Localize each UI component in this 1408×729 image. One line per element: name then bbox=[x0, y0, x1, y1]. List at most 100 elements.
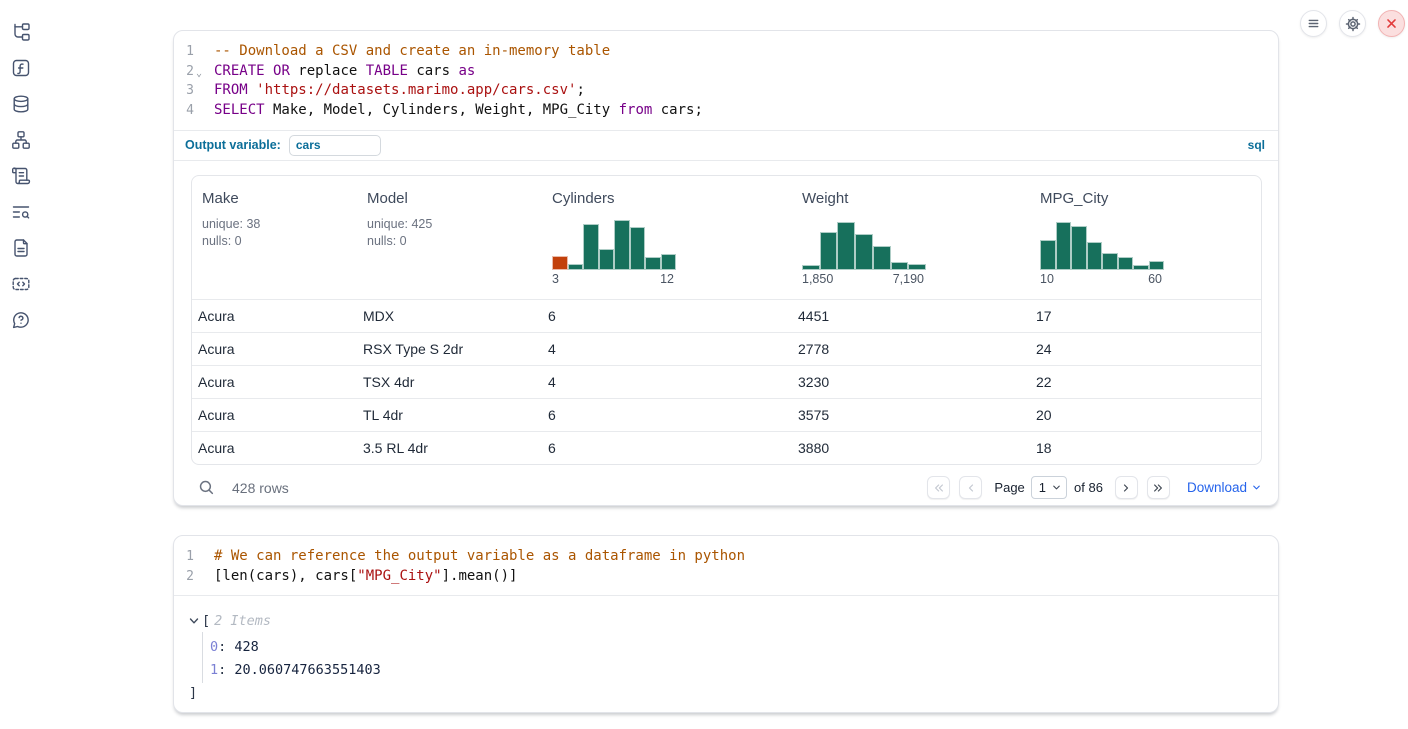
tree-entries: 0: 4281: 20.060747663551403 bbox=[202, 632, 1264, 683]
column-histogram: 1060 bbox=[1040, 220, 1164, 286]
table-cell: Acura bbox=[192, 366, 357, 398]
table-cell: 4451 bbox=[792, 300, 1030, 332]
table-cell: Acura bbox=[192, 399, 357, 431]
collapse-caret-icon[interactable] bbox=[189, 616, 199, 626]
snippets-icon[interactable] bbox=[7, 270, 35, 298]
table-cell: MDX bbox=[357, 300, 542, 332]
histogram-bar bbox=[837, 222, 855, 270]
histogram-axis-labels: 1060 bbox=[1040, 272, 1164, 286]
download-button[interactable]: Download bbox=[1187, 480, 1262, 495]
histogram-bar bbox=[1071, 226, 1087, 270]
column-stats: unique: 38nulls: 0 bbox=[202, 216, 349, 250]
histogram-bars bbox=[802, 220, 926, 270]
menu-button[interactable] bbox=[1300, 10, 1327, 37]
python-code-editor[interactable]: 1# We can reference the output variable … bbox=[174, 536, 1278, 595]
histogram-bars bbox=[1040, 220, 1164, 270]
column-name: Cylinders bbox=[552, 190, 784, 207]
table-cell: 4 bbox=[542, 333, 792, 365]
column-name: MPG_City bbox=[1040, 190, 1253, 207]
last-page-button[interactable] bbox=[1147, 476, 1170, 499]
fold-spacer bbox=[194, 103, 204, 123]
close-icon bbox=[1385, 17, 1398, 30]
scratchpad-icon[interactable] bbox=[7, 162, 35, 190]
table-cell: 3575 bbox=[792, 399, 1030, 431]
window-actions bbox=[1300, 10, 1405, 37]
chevrons-left-icon bbox=[933, 482, 945, 494]
document-icon[interactable] bbox=[7, 234, 35, 262]
search-button[interactable] bbox=[198, 479, 215, 496]
row-count: 428 rows bbox=[232, 480, 289, 496]
download-label: Download bbox=[1187, 480, 1247, 495]
code-text: SELECT Make, Model, Cylinders, Weight, M… bbox=[214, 101, 703, 121]
pagination: Page 1 of 86 Download bbox=[927, 476, 1262, 499]
table-body: AcuraMDX6445117AcuraRSX Type S 2dr427782… bbox=[192, 300, 1261, 464]
column-header-model[interactable]: Modelunique: 425nulls: 0 bbox=[357, 176, 542, 299]
line-number: 4 bbox=[174, 101, 194, 121]
column-stats: unique: 425nulls: 0 bbox=[367, 216, 534, 250]
database-icon[interactable] bbox=[7, 90, 35, 118]
code-text: -- Download a CSV and create an in-memor… bbox=[214, 42, 610, 62]
help-icon[interactable] bbox=[7, 306, 35, 334]
histogram-bar bbox=[661, 254, 677, 270]
previous-page-button[interactable] bbox=[959, 476, 982, 499]
gear-icon bbox=[1345, 16, 1361, 32]
column-histogram: 312 bbox=[552, 220, 676, 286]
code-line[interactable]: 4 SELECT Make, Model, Cylinders, Weight, … bbox=[174, 101, 1278, 121]
tree-open-bracket: [ bbox=[202, 613, 210, 629]
line-number: 3 bbox=[174, 81, 194, 101]
python-cell: 1# We can reference the output variable … bbox=[173, 535, 1279, 713]
results-table: Makeunique: 38nulls: 0Modelunique: 425nu… bbox=[191, 175, 1262, 465]
chevron-down-icon bbox=[1051, 482, 1062, 493]
column-header-make[interactable]: Makeunique: 38nulls: 0 bbox=[192, 176, 357, 299]
histogram-bar bbox=[1056, 222, 1072, 270]
histogram-bar bbox=[645, 257, 661, 270]
output-variable-input[interactable] bbox=[289, 135, 381, 156]
table-cell: 18 bbox=[1030, 432, 1261, 464]
code-line[interactable]: 2[len(cars), cars["MPG_City"].mean()] bbox=[174, 567, 1278, 587]
chevron-right-icon bbox=[1120, 482, 1132, 494]
fold-spacer bbox=[194, 549, 204, 569]
left-sidebar bbox=[0, 0, 42, 729]
histogram-bar bbox=[614, 220, 630, 270]
line-number: 1 bbox=[174, 547, 194, 567]
table-cell: 22 bbox=[1030, 366, 1261, 398]
first-page-button[interactable] bbox=[927, 476, 950, 499]
table-row: AcuraTSX 4dr4323022 bbox=[192, 366, 1261, 399]
histogram-bar bbox=[891, 262, 909, 270]
fold-spacer bbox=[194, 569, 204, 589]
settings-button[interactable] bbox=[1339, 10, 1366, 37]
table-cell: Acura bbox=[192, 333, 357, 365]
page-select[interactable]: 1 bbox=[1031, 476, 1067, 499]
output-variable-bar: Output variable: sql bbox=[174, 130, 1278, 161]
table-row: AcuraRSX Type S 2dr4277824 bbox=[192, 333, 1261, 366]
table-cell: 24 bbox=[1030, 333, 1261, 365]
logs-icon[interactable] bbox=[7, 198, 35, 226]
histogram-bars bbox=[552, 220, 676, 270]
fold-chevron-icon[interactable]: ⌄ bbox=[194, 64, 204, 84]
tree-entry: 1: 20.060747663551403 bbox=[210, 659, 1264, 682]
code-line[interactable]: 1# We can reference the output variable … bbox=[174, 547, 1278, 567]
code-line[interactable]: 1-- Download a CSV and create an in-memo… bbox=[174, 42, 1278, 62]
code-line[interactable]: 3 FROM 'https://datasets.marimo.app/cars.… bbox=[174, 81, 1278, 101]
code-line[interactable]: 2⌄CREATE OR replace TABLE cars as bbox=[174, 62, 1278, 82]
tree-items-count: 2 Items bbox=[214, 613, 271, 629]
menu-icon bbox=[1306, 16, 1321, 31]
code-text: FROM 'https://datasets.marimo.app/cars.c… bbox=[214, 81, 585, 101]
histogram-bar bbox=[820, 232, 838, 270]
table-header-row: Makeunique: 38nulls: 0Modelunique: 425nu… bbox=[192, 176, 1261, 300]
file-tree-icon[interactable] bbox=[7, 18, 35, 46]
column-header-cylinders[interactable]: Cylinders 312 bbox=[542, 176, 792, 299]
python-output-tree: [ 2 Items 0: 4281: 20.060747663551403 ] bbox=[174, 596, 1278, 703]
column-header-weight[interactable]: Weight1,8507,190 bbox=[792, 176, 1030, 299]
column-header-mpg_city[interactable]: MPG_City 1060 bbox=[1030, 176, 1261, 299]
sql-code-editor[interactable]: 1-- Download a CSV and create an in-memo… bbox=[174, 31, 1278, 130]
histogram-bar bbox=[908, 264, 926, 270]
function-icon[interactable] bbox=[7, 54, 35, 82]
table-cell: 6 bbox=[542, 399, 792, 431]
page-select-value: 1 bbox=[1039, 480, 1046, 495]
column-name: Weight bbox=[802, 190, 1022, 207]
dependency-graph-icon[interactable] bbox=[7, 126, 35, 154]
close-button[interactable] bbox=[1378, 10, 1405, 37]
next-page-button[interactable] bbox=[1115, 476, 1138, 499]
line-number: 2 bbox=[174, 62, 194, 82]
